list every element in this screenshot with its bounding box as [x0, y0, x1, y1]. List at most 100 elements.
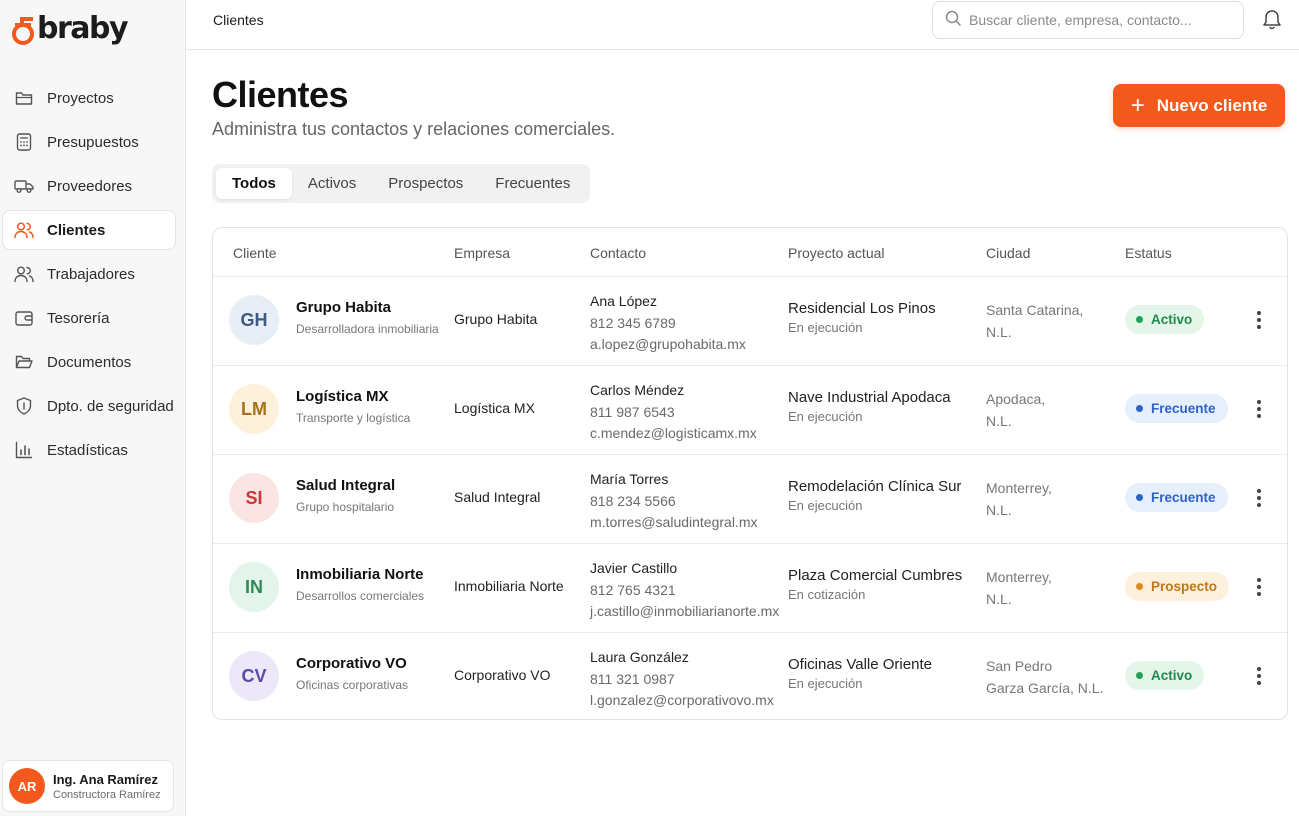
contact-phone: 811 321 0987 [590, 670, 675, 687]
client-company: Inmobiliaria Norte [454, 578, 564, 594]
contact-phone: 811 987 6543 [590, 403, 675, 420]
sidebar-item-label: Tesorería [47, 309, 110, 327]
sidebar: braby Proyectos Presupuestos Proveedores Cl… [0, 0, 186, 816]
client-name[interactable]: Salud Integral [296, 477, 395, 494]
table-row[interactable]: SI Salud Integral Grupo hospitalario Salud … [213, 455, 1287, 544]
more-options-icon[interactable] [1247, 485, 1271, 511]
project-status: En ejecución [788, 498, 863, 513]
status-label: Frecuente [1151, 401, 1216, 416]
more-options-icon[interactable] [1247, 663, 1271, 689]
client-name[interactable]: Grupo Habita [296, 299, 391, 316]
client-name[interactable]: Logística MX [296, 388, 389, 405]
client-contact: Carlos Méndez 811 987 6543 c.mendez@logist… [590, 380, 757, 445]
city-line: San Pedro [986, 658, 1053, 674]
sidebar-item-tesoreria[interactable]: Tesorería [2, 298, 176, 338]
contact-email[interactable]: j.castillo@inmobiliarianorte.mx [590, 601, 779, 623]
contact-name: Laura González [590, 649, 689, 665]
column-header: Contacto [590, 245, 647, 261]
breadcrumb: Clientes [213, 12, 264, 28]
client-avatar: GH [229, 295, 279, 345]
client-name[interactable]: Corporativo VO [296, 655, 407, 672]
city-line: Apodaca, [986, 391, 1046, 407]
sidebar-item-label: Presupuestos [47, 133, 139, 151]
status-badge: Activo [1125, 661, 1205, 690]
client-type: Desarrolladora inmobiliaria [296, 322, 439, 336]
contact-email[interactable]: c.mendez@logisticamx.mx [590, 423, 757, 445]
status-badge: Activo [1125, 305, 1205, 334]
contact-name: Carlos Méndez [590, 382, 685, 398]
search-icon [945, 10, 961, 31]
tab-prospectos[interactable]: Prospectos [372, 168, 479, 199]
contact-name: María Torres [590, 471, 669, 487]
table-row[interactable]: LM Logística MX Transporte y logística Logí… [213, 366, 1287, 455]
folder-icon [13, 87, 35, 109]
contact-phone: 812 345 6789 [590, 314, 676, 331]
client-company: Grupo Habita [454, 311, 538, 327]
current-project: Remodelación Clínica Sur En ejecución [788, 478, 961, 513]
tab-activos[interactable]: Activos [292, 168, 372, 199]
sidebar-item-estadisticas[interactable]: Estadísticas [2, 430, 176, 470]
contact-name: Javier Castillo [590, 560, 678, 576]
status-badge: Prospecto [1125, 572, 1230, 601]
sidebar-nav: Proyectos Presupuestos Proveedores Clientes… [0, 76, 186, 474]
client-company: Salud Integral [454, 489, 541, 505]
status-label: Frecuente [1151, 490, 1216, 505]
calculator-icon [13, 131, 35, 153]
client-name[interactable]: Inmobiliaria Norte [296, 566, 424, 583]
shield-icon [13, 395, 35, 417]
status-dot-icon [1136, 405, 1143, 412]
contact-email[interactable]: l.gonzalez@corporativovo.mx [590, 690, 774, 712]
tab-frecuentes[interactable]: Frecuentes [479, 168, 586, 199]
status-badge: Frecuente [1125, 483, 1228, 512]
filter-tabs: Todos Activos Prospectos Frecuentes [212, 164, 591, 203]
logo[interactable]: braby [12, 8, 129, 50]
more-options-icon[interactable] [1247, 307, 1271, 333]
sidebar-item-label: Proyectos [47, 89, 114, 107]
sidebar-item-proyectos[interactable]: Proyectos [2, 78, 176, 118]
more-options-icon[interactable] [1247, 396, 1271, 422]
sidebar-item-label: Estadísticas [47, 441, 128, 459]
wallet-icon [13, 307, 35, 329]
sidebar-item-documentos[interactable]: Documentos [2, 342, 176, 382]
user-name: Ing. Ana Ramírez [53, 771, 158, 787]
contact-email[interactable]: m.torres@saludintegral.mx [590, 512, 758, 534]
search-input[interactable] [969, 12, 1229, 28]
page-subtitle: Administra tus contactos y relaciones co… [212, 119, 616, 139]
table-row[interactable]: GH Grupo Habita Desarrolladora inmobiliari… [213, 277, 1287, 366]
current-project: Nave Industrial Apodaca En ejecución [788, 389, 951, 424]
city-line: Santa Catarina, [986, 302, 1084, 318]
client-city: Santa Catarina, N.L. [986, 300, 1083, 343]
sidebar-item-presupuestos[interactable]: Presupuestos [2, 122, 176, 162]
tab-todos[interactable]: Todos [216, 168, 292, 199]
topbar: Clientes [187, 0, 1299, 50]
table-row[interactable]: IN Inmobiliaria Norte Desarrollos comercia… [213, 544, 1287, 633]
new-client-button[interactable]: + Nuevo cliente [1113, 84, 1285, 127]
sidebar-item-proveedores[interactable]: Proveedores [2, 166, 176, 206]
users-icon [13, 219, 35, 241]
city-line: Monterrey, [986, 569, 1052, 585]
more-options-icon[interactable] [1247, 574, 1271, 600]
search-box[interactable] [932, 1, 1244, 39]
client-type: Transporte y logística [296, 411, 411, 425]
bell-icon[interactable] [1260, 8, 1284, 32]
table-row[interactable]: CV Corporativo VO Oficinas corporativas Cor… [213, 633, 1287, 719]
project-status: En ejecución [788, 676, 863, 691]
client-contact: Ana López 812 345 6789 a.lopez@grupohabita… [590, 291, 746, 356]
user-group-icon [13, 263, 35, 285]
contact-email[interactable]: a.lopez@grupohabita.mx [590, 334, 746, 356]
user-avatar: AR [9, 768, 45, 804]
status-label: Activo [1151, 312, 1193, 327]
client-type: Oficinas corporativas [296, 678, 409, 692]
current-project: Oficinas Valle Oriente En ejecución [788, 656, 932, 691]
user-card[interactable]: AR Ing. Ana Ramírez Constructora Ramírez [2, 760, 174, 812]
status-dot-icon [1136, 583, 1143, 590]
project-name: Plaza Comercial Cumbres [788, 567, 963, 584]
project-status: En ejecución [788, 320, 863, 335]
city-line: N.L. [986, 412, 1012, 429]
contact-name: Ana López [590, 293, 657, 309]
bar-chart-icon [13, 439, 35, 461]
sidebar-item-clientes[interactable]: Clientes [2, 210, 176, 250]
client-company: Corporativo VO [454, 667, 551, 683]
sidebar-item-dpto-de-seguridad[interactable]: Dpto. de seguridad [2, 386, 176, 426]
sidebar-item-trabajadores[interactable]: Trabajadores [2, 254, 176, 294]
